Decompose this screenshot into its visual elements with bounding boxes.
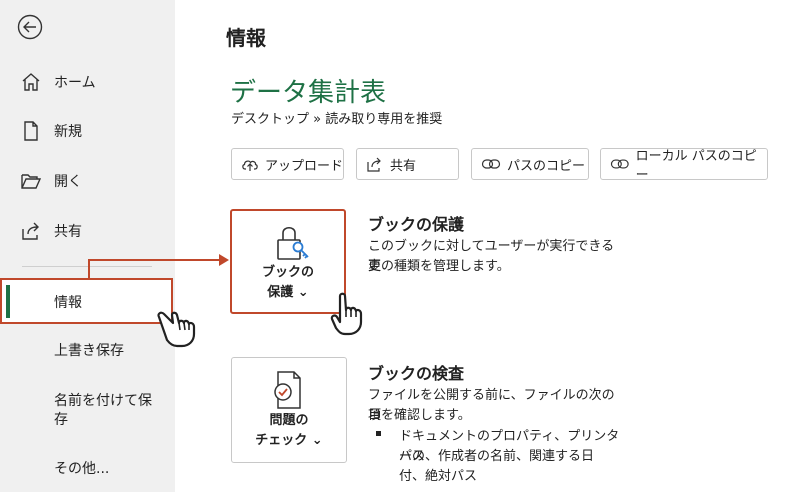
folder-open-icon [21,174,42,189]
sidebar-item-share[interactable]: 共有 [0,214,175,248]
home-icon [22,73,40,91]
inspect-bullet: 付、絶対パス [399,469,478,484]
protect-title: ブックの保護 [368,215,465,234]
button-label: パスのコピー [507,158,586,174]
back-arrow-icon[interactable] [17,14,43,40]
button-label: 共有 [390,158,417,174]
sidebar-item-more[interactable]: その他... [54,459,109,479]
sidebar-item-save[interactable]: 上書き保存 [54,341,124,361]
sidebar-item-label: 新規 [54,124,82,140]
breadcrumb: デスクトップ » 読み取り専用を推奨 [231,112,443,127]
sidebar-item-open[interactable]: 開く [0,164,175,198]
upload-button[interactable]: アップロード [231,148,344,180]
card-label: 問題の [269,413,309,428]
protect-workbook-button[interactable]: ブックの 保護 ⌄ [230,209,346,314]
callout-connector [88,259,220,261]
card-label: ブックの [261,265,314,280]
share-icon [367,157,381,172]
copy-path-button[interactable]: パスのコピー [471,148,589,180]
upload-icon [242,160,258,171]
sidebar: ホーム 新規 開く 共有 情報 上書き保存 名前を付けて保 存 その他... [0,0,175,492]
sidebar-item-save-as[interactable]: 名前を付けて保 [54,391,152,411]
callout-connector [88,259,90,279]
inspect-bullet: パス、作成者の名前、関連する日 [399,449,595,464]
hand-pointer-icon [330,292,363,336]
active-indicator [6,285,10,318]
new-document-icon [24,121,38,141]
inspect-description: 目を確認します。 [368,408,471,423]
sidebar-divider [22,266,152,267]
button-label: アップロード [265,158,344,174]
button-label: ローカル パスのコピー [635,149,757,183]
sidebar-item-new[interactable]: 新規 [0,114,175,148]
lock-key-icon [277,226,309,260]
card-label: チェック ⌄ [255,433,323,448]
protect-description: 更の種類を管理します。 [368,259,510,274]
inspect-title: ブックの検査 [368,364,465,383]
bullet-marker [376,431,381,436]
sidebar-item-label: ホーム [54,75,96,91]
sidebar-item-home[interactable]: ホーム [0,65,175,99]
sidebar-item-save-as-cont[interactable]: 存 [54,410,68,430]
page-title: 情報 [226,26,266,50]
document-title: データ集計表 [230,78,387,108]
sidebar-item-label: 情報 [54,295,82,311]
link-icon [610,159,629,169]
sidebar-item-label: 開く [54,174,82,190]
inspect-document-icon [274,371,301,409]
share-icon [22,222,39,240]
share-button[interactable]: 共有 [356,148,459,180]
hand-pointer-icon [157,311,196,348]
sidebar-item-info[interactable]: 情報 [0,278,173,324]
check-issues-button[interactable]: 問題の チェック ⌄ [231,357,347,463]
copy-local-path-button[interactable]: ローカル パスのコピー [600,148,768,183]
card-label: 保護 ⌄ [267,285,309,300]
callout-arrowhead [219,254,229,266]
link-icon [481,159,501,169]
sidebar-item-label: 共有 [54,224,82,240]
